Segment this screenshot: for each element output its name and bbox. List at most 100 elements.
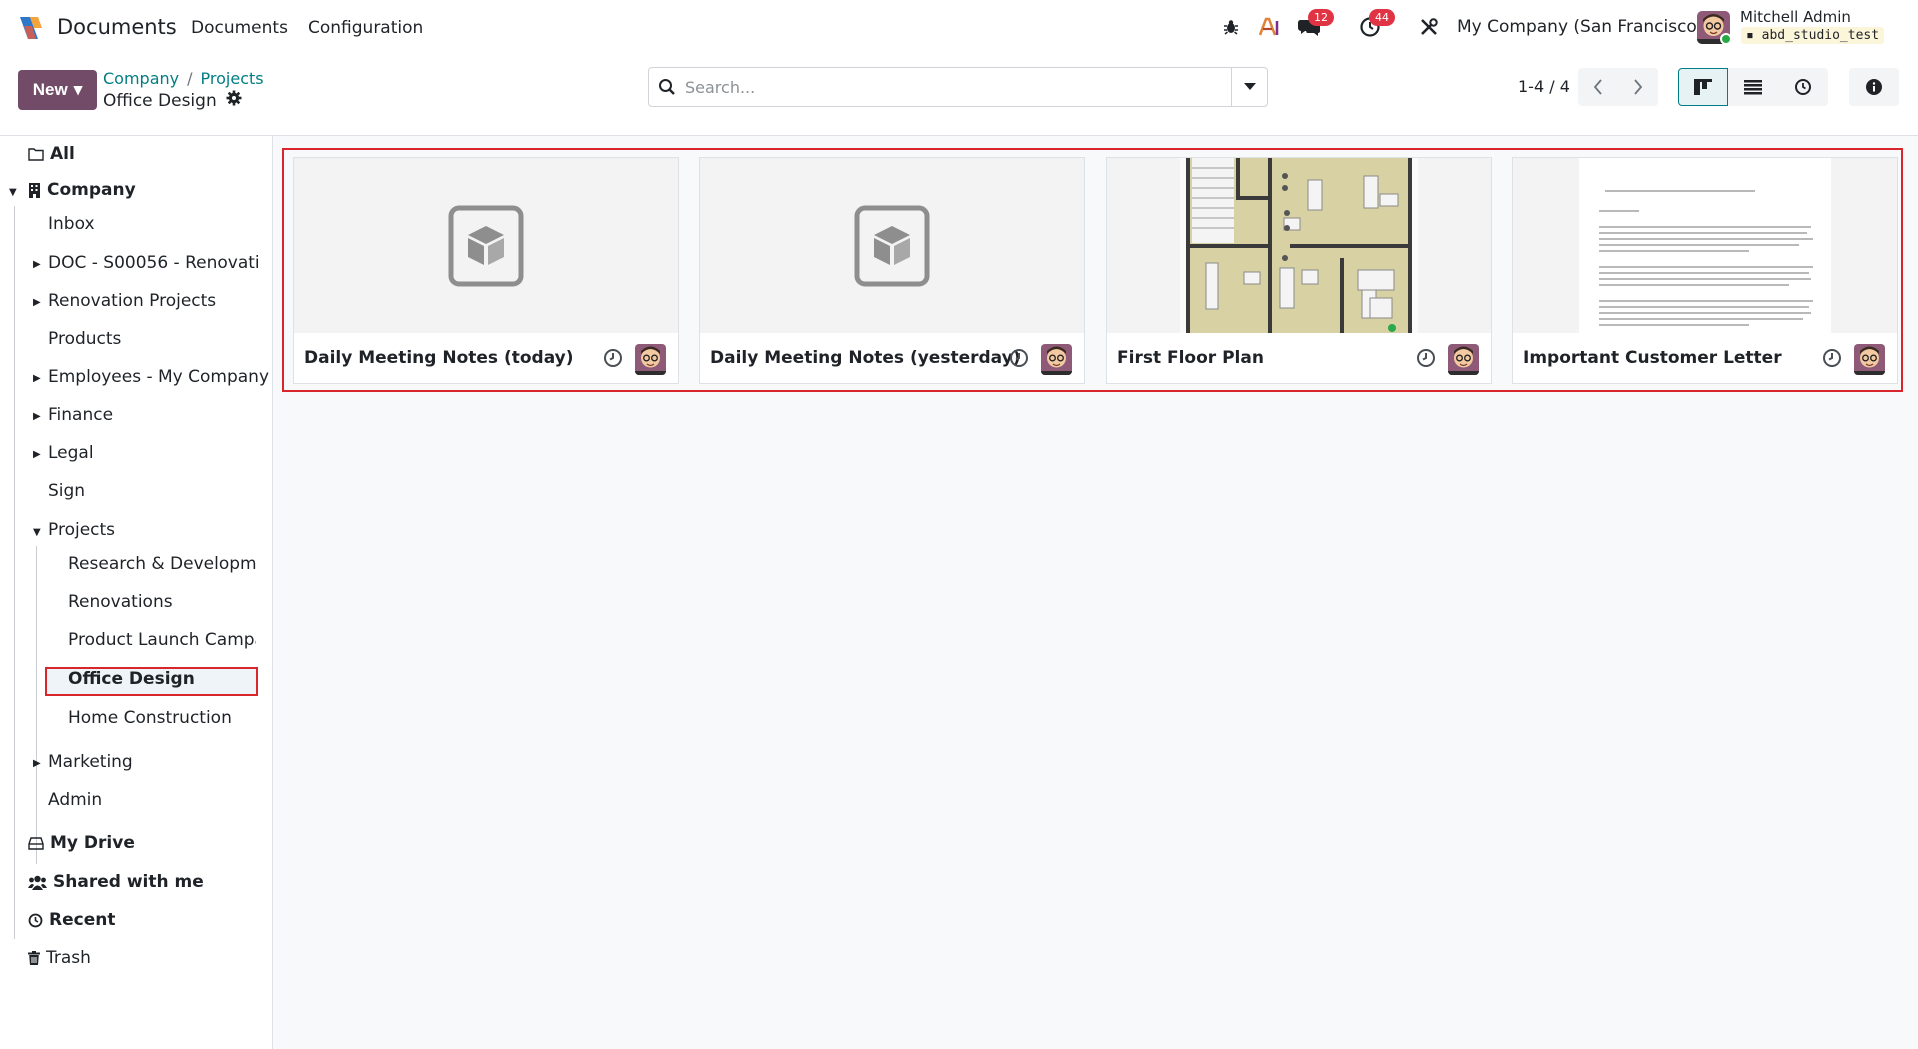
search-options-toggle[interactable] xyxy=(1231,68,1267,106)
sidebar-item-products[interactable]: Products xyxy=(48,329,121,349)
card-preview[interactable] xyxy=(1513,158,1897,333)
discuss-icon[interactable]: 12 xyxy=(1296,9,1334,40)
documents-app-logo[interactable] xyxy=(16,14,44,42)
pager-previous-button[interactable] xyxy=(1578,68,1618,106)
clock-icon xyxy=(1795,79,1811,95)
sidebar-item-renovation-projects[interactable]: Renovation Projects xyxy=(48,291,216,311)
sidebar-item-sign[interactable]: Sign xyxy=(48,481,85,501)
caret-right-icon[interactable]: ▶ xyxy=(33,259,41,270)
sidebar-item-label: Product Launch Campaign xyxy=(68,630,256,650)
sidebar-item-office-design[interactable]: Office Design xyxy=(68,669,195,689)
sidebar-item-label: DOC - S00056 - Renovatio... xyxy=(48,253,258,273)
sidebar-item-finance[interactable]: Finance xyxy=(48,405,113,425)
activity-clock-icon[interactable] xyxy=(1822,348,1842,372)
sidebar-item-home-construction[interactable]: Home Construction xyxy=(68,708,232,728)
kanban-icon xyxy=(1694,79,1712,95)
sidebar-item-label: Admin xyxy=(48,790,103,810)
online-status-dot xyxy=(1720,33,1732,45)
chevron-right-icon xyxy=(1634,79,1643,95)
caret-down-icon[interactable]: ▼ xyxy=(33,527,41,538)
box-icon xyxy=(854,205,930,286)
menu-documents[interactable]: Documents xyxy=(191,18,288,38)
caret-right-icon[interactable]: ▶ xyxy=(33,449,41,460)
breadcrumb-separator: / xyxy=(187,69,193,88)
pager-value[interactable]: 1-4 / 4 xyxy=(1518,77,1570,96)
card-title[interactable]: Important Customer Letter xyxy=(1523,348,1782,368)
owner-avatar[interactable] xyxy=(1448,344,1479,375)
owner-avatar[interactable] xyxy=(1041,344,1072,375)
pager-next-button[interactable] xyxy=(1618,68,1658,106)
owner-avatar[interactable] xyxy=(635,344,666,375)
document-card[interactable]: Important Customer Letter xyxy=(1512,157,1898,384)
user-name[interactable]: Mitchell Admin xyxy=(1740,8,1851,26)
building-icon xyxy=(29,183,40,198)
sidebar-item-marketing[interactable]: Marketing xyxy=(48,752,133,772)
company-switcher[interactable]: My Company (San Francisco) xyxy=(1457,17,1703,37)
trash-icon xyxy=(28,951,40,965)
tools-icon[interactable] xyxy=(1416,14,1442,40)
document-card[interactable]: Daily Meeting Notes (today) xyxy=(293,157,679,384)
sidebar-item-all[interactable]: All xyxy=(28,144,75,164)
users-icon xyxy=(28,875,47,890)
sidebar-item-projects[interactable]: Projects xyxy=(48,520,115,540)
gear-icon[interactable] xyxy=(226,90,242,111)
activity-view-button[interactable] xyxy=(1778,68,1828,106)
caret-down-icon[interactable]: ▼ xyxy=(9,187,17,198)
caret-right-icon[interactable]: ▶ xyxy=(33,758,41,769)
floor-plan-thumbnail xyxy=(1180,158,1418,333)
hard-drive-icon xyxy=(28,836,44,850)
list-view-button[interactable] xyxy=(1728,68,1778,106)
caret-right-icon[interactable]: ▶ xyxy=(33,297,41,308)
main-navbar: Documents Documents Configuration 12 44 … xyxy=(0,0,1918,55)
sidebar-item-label: Products xyxy=(48,329,122,349)
list-icon xyxy=(1744,79,1762,94)
chevron-left-icon xyxy=(1593,79,1602,95)
new-button[interactable]: New ▾ xyxy=(18,70,97,110)
sidebar-item-trash[interactable]: Trash xyxy=(28,948,91,968)
sidebar-item-my-drive[interactable]: My Drive xyxy=(28,833,135,853)
activity-clock-icon[interactable] xyxy=(1416,348,1436,372)
ai-icon[interactable] xyxy=(1256,14,1282,40)
activity-clock-icon[interactable] xyxy=(603,348,623,372)
info-panel-button[interactable] xyxy=(1849,68,1899,106)
new-button-label: New xyxy=(32,80,68,99)
menu-configuration[interactable]: Configuration xyxy=(308,18,423,38)
folder-open-icon xyxy=(28,148,44,161)
sidebar-item-inbox[interactable]: Inbox xyxy=(48,214,95,234)
document-card[interactable]: First Floor Plan xyxy=(1106,157,1492,384)
owner-avatar[interactable] xyxy=(1854,344,1885,375)
caret-right-icon[interactable]: ▶ xyxy=(33,373,41,384)
card-preview[interactable] xyxy=(700,158,1084,333)
breadcrumb-company[interactable]: Company xyxy=(103,69,179,88)
sidebar-item-company[interactable]: Company xyxy=(28,180,136,200)
activity-clock-icon[interactable] xyxy=(1009,348,1029,372)
sidebar-item-label: Trash xyxy=(46,948,91,968)
sidebar-item-admin[interactable]: Admin xyxy=(48,790,102,810)
sidebar-item-legal[interactable]: Legal xyxy=(48,443,94,463)
activity-clock-icon[interactable]: 44 xyxy=(1357,9,1395,40)
document-card[interactable]: Daily Meeting Notes (yesterday) xyxy=(699,157,1085,384)
sidebar-item-research-development[interactable]: Research & Development xyxy=(68,554,256,574)
control-panel: New ▾ Company / Projects Office Design 1-4… xyxy=(0,55,1918,136)
box-icon xyxy=(448,205,524,286)
sidebar-item-label: Inbox xyxy=(48,214,95,234)
card-preview[interactable] xyxy=(1107,158,1491,333)
database-label: abd_studio_test xyxy=(1761,28,1880,43)
card-title[interactable]: Daily Meeting Notes (today) xyxy=(304,348,574,368)
sidebar-item-employees[interactable]: Employees - My Company xyxy=(48,367,269,387)
sidebar-item-shared[interactable]: Shared with me xyxy=(28,872,204,892)
sidebar-item-recent[interactable]: Recent xyxy=(28,910,115,930)
card-preview[interactable] xyxy=(294,158,678,333)
sidebar-item-renovations[interactable]: Renovations xyxy=(68,592,173,612)
sidebar-item-product-launch[interactable]: Product Launch Campaign xyxy=(68,630,256,650)
card-title[interactable]: First Floor Plan xyxy=(1117,348,1264,368)
sidebar-item-doc-s00056[interactable]: DOC - S00056 - Renovatio... xyxy=(48,253,258,273)
kanban-view-button[interactable] xyxy=(1678,68,1728,106)
bug-icon[interactable] xyxy=(1218,14,1244,40)
breadcrumb: Company / Projects xyxy=(103,69,264,88)
search-input[interactable] xyxy=(685,77,1231,97)
breadcrumb-projects[interactable]: Projects xyxy=(201,69,264,88)
caret-right-icon[interactable]: ▶ xyxy=(33,411,41,422)
app-name[interactable]: Documents xyxy=(57,15,177,39)
card-title[interactable]: Daily Meeting Notes (yesterday) xyxy=(710,348,1020,368)
